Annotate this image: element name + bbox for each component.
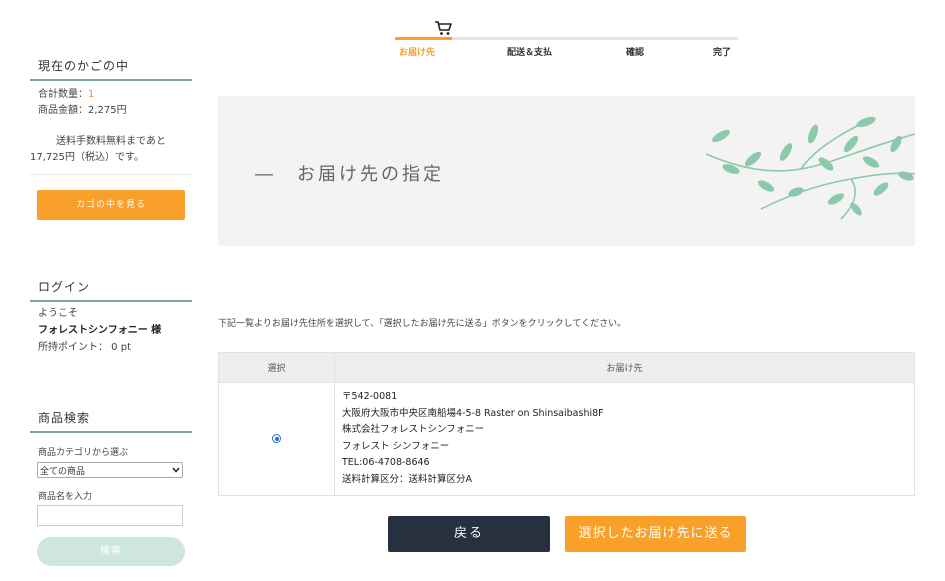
address-select-cell [218,382,335,496]
step-complete: 完了 [713,48,732,58]
address-line: 大阪府大阪市中央区南船場4-5-8 Raster on Shinsaibashi… [342,407,604,419]
login-welcome: ようこそ [38,308,78,319]
address-postal: 〒542-0081 [342,391,398,402]
table-row: 〒542-0081 大阪府大阪市中央区南船場4-5-8 Raster on Sh… [218,382,915,496]
send-to-selected-address-button[interactable]: 選択したお届け先に送る [565,516,746,552]
address-table: 選択 お届け先 〒542-0081 大阪府大阪市中央区南船場4-5-8 Rast… [218,352,915,496]
address-company: 株式会社フォレストシンフォニー [342,424,485,436]
page-title: ― お届け先の指定 [255,164,444,185]
free-shipping-note-line1: 送料手数料無料まであと [56,136,166,147]
search-button[interactable]: 検索 [37,537,185,566]
cart-quantity-value: 1 [88,89,95,100]
checkout-steps: お届け先 配送＆支払 確認 完了 [395,18,738,58]
login-points: 所持ポイント： 0 pt [38,342,131,353]
step-confirm: 確認 [626,48,645,58]
column-header-select: 選択 [218,352,335,383]
step-delivery-address: お届け先 [399,48,436,58]
login-heading: ログイン [30,278,192,302]
cart-icon [435,21,452,35]
login-user-name: フォレストシンフォニー 様 [38,325,162,336]
leaf-decoration-icon [705,116,915,220]
search-category-select[interactable]: 全ての商品 [37,462,183,478]
search-category-selected: 全ての商品 [40,466,86,477]
search-heading: 商品検索 [30,409,192,433]
column-header-address: お届け先 [334,352,915,383]
step-shipping-payment: 配送＆支払 [507,48,553,58]
cart-quantity: 合計数量：1 [30,87,94,103]
free-shipping-note: 送料手数料無料まであと 17,725円（税込）です。 [30,134,192,175]
search-name-label: 商品名を入力 [38,492,93,502]
address-radio[interactable] [272,434,281,444]
address-shipping-class: 送料計算区分：送料計算区分A [342,473,472,485]
view-cart-button[interactable]: カゴの中を見る [37,190,185,220]
chevron-down-icon [172,467,180,473]
cart-heading: 現在のかごの中 [30,57,192,81]
address-cell: 〒542-0081 大阪府大阪市中央区南船場4-5-8 Raster on Sh… [334,382,915,496]
instruction-text: 下記一覧よりお届け先住所を選択して、「選択したお届け先に送る」ボタンをクリックし… [218,319,627,329]
steps-progress-fill [395,37,452,40]
free-shipping-note-line2: 17,725円（税込）です。 [30,152,144,163]
address-table-header: 選択 お届け先 [218,352,915,383]
search-name-input[interactable] [37,505,183,526]
address-name: フォレスト シンフォニー [342,440,450,452]
page-banner: ― お届け先の指定 [218,96,915,246]
cart-price: 商品金額：2,275円 [38,105,127,116]
back-button[interactable]: 戻る [388,516,550,552]
search-category-label: 商品カテゴリから選ぶ [38,448,129,458]
address-tel: TEL:06-4708-8646 [342,457,430,469]
cart-quantity-label: 合計数量： [38,89,88,100]
